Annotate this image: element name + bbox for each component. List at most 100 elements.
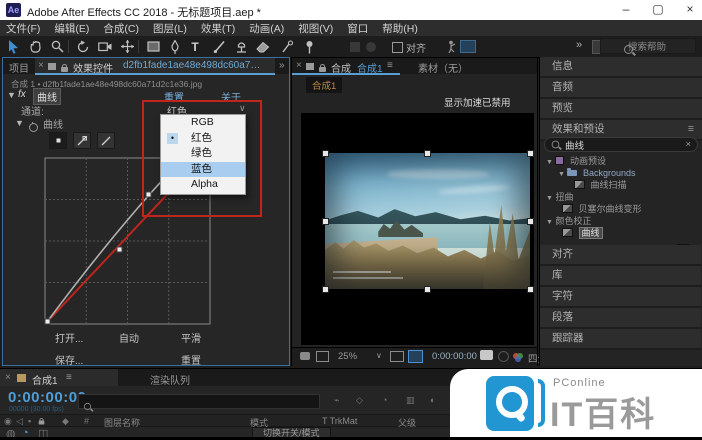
snap-checkbox[interactable]: 对齐 (392, 40, 426, 55)
tree-label-selected[interactable]: 曲线 (579, 227, 603, 239)
open-button[interactable]: 打开... (55, 330, 83, 345)
menu-composition[interactable]: 合成(C) (103, 21, 139, 36)
selection-handle[interactable] (424, 286, 431, 293)
snap-checkbox-box[interactable] (392, 42, 403, 53)
close-tab-icon[interactable]: × (5, 372, 11, 383)
tree-item-curves[interactable]: 曲线 (540, 227, 701, 239)
draft-3d-icon[interactable]: ◇ (356, 395, 363, 406)
tab-effect-controls[interactable]: × 效果控件 d2fb1fade1ae48e498dc60a71d2c1e36.… (35, 58, 275, 74)
type-tool-icon[interactable]: T (186, 38, 204, 55)
selection-handle[interactable] (527, 150, 534, 157)
roto-brush-tool-icon[interactable] (278, 38, 296, 55)
panel-menu-icon[interactable]: ≡ (387, 60, 393, 71)
menu-view[interactable]: 视图(V) (298, 21, 333, 36)
auto-button[interactable]: 自动 (119, 330, 139, 345)
composition-flowchart-icon[interactable]: ⌁ (334, 395, 339, 406)
curves-expander-icon[interactable]: ▼ (15, 118, 24, 128)
layer-image[interactable] (325, 153, 530, 289)
comp-timecode[interactable]: 0:00:00:00 (432, 351, 477, 362)
mask-visibility-icon[interactable] (408, 350, 423, 363)
rotation-tool-icon[interactable] (74, 38, 92, 55)
eraser-tool-icon[interactable] (254, 38, 272, 55)
channels-rgb-icon[interactable] (512, 352, 524, 365)
tree-item-bezier-warp[interactable]: 贝塞尔曲线变形 (540, 203, 701, 215)
selection-handle[interactable] (322, 286, 329, 293)
menu-layer[interactable]: 图层(L) (153, 21, 187, 36)
brush-tool-icon[interactable] (210, 38, 228, 55)
panel-align[interactable]: 对齐 (540, 245, 701, 266)
selection-tool-icon[interactable] (4, 38, 22, 55)
smooth-button[interactable]: 平滑 (181, 330, 201, 345)
tree-group-animation-presets[interactable]: ▼ 动画预设 (540, 155, 701, 167)
panel-character[interactable]: 字符 (540, 287, 701, 308)
puppet-pin-tool-icon[interactable] (300, 38, 318, 55)
selection-handle[interactable] (527, 218, 534, 225)
composition-viewport[interactable] (301, 113, 534, 345)
pen-tool-icon[interactable] (166, 38, 184, 55)
zoom-level-select[interactable]: 25% (338, 351, 357, 362)
stopwatch-icon[interactable] (29, 123, 38, 132)
panel-audio[interactable]: 音频 (540, 78, 702, 99)
panel-overflow-icon[interactable]: » (279, 60, 285, 71)
camera-icon[interactable] (480, 350, 493, 360)
panel-paragraph[interactable]: 段落 (540, 308, 701, 329)
curve-point-tool-button[interactable] (49, 132, 67, 149)
zoom-chevron-icon[interactable]: ∨ (376, 351, 382, 360)
toolbar-overflow-icon[interactable]: » (576, 39, 582, 51)
panel-preview[interactable]: 预览 (540, 99, 702, 120)
snapshot-icon[interactable] (300, 352, 310, 360)
expander-icon[interactable]: ▼ (546, 195, 553, 202)
curve-line-tool-button[interactable] (97, 132, 115, 149)
viewer-comp-tab[interactable]: 合成1 (306, 77, 342, 93)
tab-timeline-comp[interactable]: × 合成1 ≡ (0, 369, 118, 386)
menu-window[interactable]: 窗口 (347, 21, 368, 36)
dropdown-item-rgb[interactable]: RGB (161, 115, 245, 131)
dropdown-item-green[interactable]: 绿色 (161, 146, 245, 162)
panel-info[interactable]: 信息 (540, 57, 702, 78)
clear-search-icon[interactable]: × (685, 139, 691, 150)
dropdown-item-alpha[interactable]: Alpha (161, 177, 245, 193)
tree-item-curve-sweep[interactable]: 曲线扫描 (540, 179, 701, 191)
zoom-tool-icon[interactable] (48, 38, 66, 55)
close-tab-icon[interactable]: × (296, 60, 302, 71)
column-trkmat[interactable]: T TrkMat (322, 416, 357, 426)
pan-behind-tool-icon[interactable] (118, 38, 136, 55)
menu-edit[interactable]: 编辑(E) (54, 21, 89, 36)
channel-select-chevron-icon[interactable]: ∨ (239, 103, 246, 114)
reset-link[interactable]: 重置 (164, 89, 184, 104)
dropdown-item-blue[interactable]: 蓝色 (161, 162, 245, 178)
about-link[interactable]: 关于 (221, 89, 241, 104)
curve-pencil-tool-button[interactable] (73, 132, 91, 149)
expander-icon[interactable]: ▼ (546, 219, 553, 226)
menu-animation[interactable]: 动画(A) (249, 21, 284, 36)
expander-icon[interactable]: ▼ (546, 159, 553, 166)
panel-menu-icon[interactable]: ≡ (66, 372, 72, 383)
motion-blur-icon[interactable]: ◐ (430, 395, 435, 405)
shape-tool-icon[interactable] (144, 38, 162, 55)
safe-margins-icon[interactable] (390, 351, 404, 362)
tab-render-queue[interactable]: 渲染队列 (150, 372, 190, 387)
selection-handle[interactable] (424, 150, 431, 157)
column-parent[interactable]: 父级 (398, 416, 416, 429)
maximize-button[interactable]: ▢ (644, 0, 672, 20)
hand-tool-icon[interactable] (26, 38, 44, 55)
tab-footage[interactable]: 素材（无） (418, 60, 468, 75)
menu-effect[interactable]: 效果(T) (201, 21, 235, 36)
dropdown-item-red[interactable]: • 红色 (161, 131, 245, 147)
panel-libraries[interactable]: 库 (540, 266, 701, 287)
tree-group-color-correction[interactable]: ▼ 颜色校正 (540, 215, 701, 227)
camera-tool-icon[interactable] (96, 38, 114, 55)
menu-file[interactable]: 文件(F) (6, 21, 40, 36)
effect-expander-icon[interactable]: ▼ (7, 90, 16, 100)
timeline-timecode[interactable]: 0:00:00:00 (8, 389, 86, 406)
reset-button[interactable]: 重置 (181, 352, 201, 367)
column-layer-name[interactable]: 图层名称 (104, 416, 140, 429)
selection-handle[interactable] (322, 150, 329, 157)
tree-folder-backgrounds[interactable]: ▼ Backgrounds (540, 167, 701, 179)
timeline-search-field[interactable] (78, 394, 320, 409)
close-button[interactable]: × (676, 0, 702, 20)
effects-search-field[interactable]: 曲线 × (544, 137, 698, 152)
shy-layers-icon[interactable]: ◔ (382, 395, 387, 405)
save-button[interactable]: 保存... (55, 352, 83, 367)
clone-stamp-tool-icon[interactable] (232, 38, 250, 55)
